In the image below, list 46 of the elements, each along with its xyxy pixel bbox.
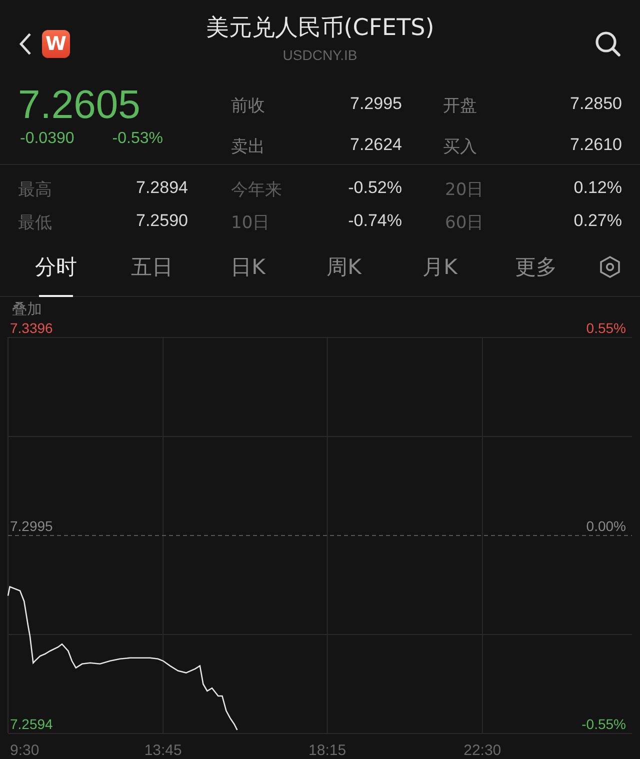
overlay-label[interactable]: 叠加 <box>12 300 42 318</box>
axis-label: 7.2594 <box>10 716 53 732</box>
field-value: 7.2850 <box>570 94 622 115</box>
axis-label: 22:30 <box>464 742 502 759</box>
stat-label: 10日 <box>231 212 270 235</box>
field-label: 卖出 <box>231 136 265 158</box>
stat-label: 最低 <box>18 212 52 235</box>
stat-value: -0.74% <box>348 211 402 232</box>
stat-label: 最高 <box>18 179 52 202</box>
last-price: 7.2605 <box>18 82 142 128</box>
settings-icon[interactable] <box>598 254 622 278</box>
percent-label: -0.55% <box>582 716 626 732</box>
percent-label: 0.55% <box>586 321 626 336</box>
field-label: 开盘 <box>443 95 477 117</box>
period-tab[interactable]: 五日 <box>104 236 200 296</box>
period-tab[interactable]: 日K <box>200 236 296 296</box>
axis-label: 7.3396 <box>10 321 53 336</box>
period-tab[interactable]: 周K <box>296 236 392 296</box>
period-tab[interactable]: 月K <box>392 236 488 296</box>
percent-label: 0.00% <box>586 518 626 534</box>
page-title: 美元兑人民币(CFETS) <box>206 14 434 43</box>
field-value: 7.2995 <box>350 94 402 115</box>
period-tab[interactable]: 更多 <box>488 236 584 296</box>
axis-label: 13:45 <box>144 742 182 759</box>
field-value: 7.2624 <box>350 135 402 156</box>
search-icon[interactable] <box>594 30 622 58</box>
app-logo[interactable]: W <box>42 30 70 58</box>
stat-value: 7.2894 <box>136 178 188 199</box>
field-label: 买入 <box>443 136 477 158</box>
percent-change: -0.53% <box>112 130 163 148</box>
field-label: 前收 <box>231 95 265 117</box>
stat-value: 0.27% <box>574 211 622 232</box>
axis-label: 9:30 <box>10 742 40 759</box>
stat-value: 0.12% <box>574 178 622 199</box>
period-tab[interactable]: 分时 <box>8 236 104 296</box>
stat-label: 今年来 <box>231 179 282 202</box>
back-icon[interactable] <box>18 32 32 56</box>
price-change: -0.0390 <box>20 130 74 148</box>
symbol-code: USDCNY.IB <box>282 47 358 63</box>
field-value: 7.2610 <box>570 135 622 156</box>
axis-label: 18:15 <box>308 742 346 759</box>
axis-label: 7.2995 <box>10 518 53 534</box>
stat-label: 20日 <box>445 179 484 202</box>
stat-value: -0.52% <box>348 178 402 199</box>
stat-value: 7.2590 <box>136 211 188 232</box>
stat-label: 60日 <box>445 212 484 235</box>
